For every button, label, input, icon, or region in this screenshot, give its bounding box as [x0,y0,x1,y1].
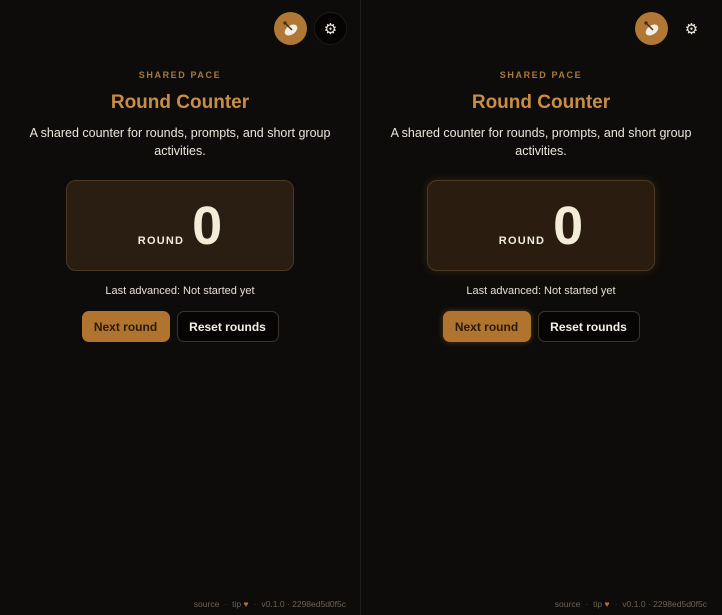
last-advanced-status: Last advanced: Not started yet [105,285,255,297]
main-content: SHARED PACE Round Counter A shared count… [0,70,360,342]
counter-value: 0 [192,195,223,256]
separator-dot: · [224,599,228,609]
reset-rounds-button[interactable]: Reset rounds [176,311,279,342]
left-pane: ⚙ SHARED PACE Round Counter A shared cou… [0,0,361,615]
action-buttons: Next round Reset rounds [442,311,640,342]
source-link[interactable]: source [194,599,220,609]
right-pane: ⚙ SHARED PACE Round Counter A shared cou… [361,0,721,615]
round-counter-card: ROUND 0 [66,180,294,271]
gear-icon: ⚙ [323,20,338,38]
counter-label: ROUND [137,234,185,247]
counter-value: 0 [553,195,584,256]
action-buttons: Next round Reset rounds [81,311,279,342]
top-controls: ⚙ [635,12,708,45]
main-content: SHARED PACE Round Counter A shared count… [361,70,721,342]
tip-link[interactable]: tip ♥ [593,599,609,609]
satellite-dish-icon [643,20,658,35]
page-description: A shared counter for rounds, prompts, an… [29,126,331,158]
page-description: A shared counter for rounds, prompts, an… [390,126,692,158]
heart-icon: ♥ [604,599,610,609]
counter-label: ROUND [498,234,546,247]
tip-label: tip [232,599,242,609]
settings-button[interactable]: ⚙ [314,12,347,45]
separator-dot: · [614,599,618,609]
split-view: ⚙ SHARED PACE Round Counter A shared cou… [0,0,722,615]
footer: source · tip ♥ · v0.1.0 · 2298ed5d0f5c [555,599,707,609]
version-info: v0.1.0 · 2298ed5d0f5c [261,599,346,609]
round-counter-card: ROUND 0 [427,180,655,271]
page-title: Round Counter [110,92,250,113]
heart-icon: ♥ [243,599,249,609]
tip-link[interactable]: tip ♥ [232,599,248,609]
eyebrow-label: SHARED PACE [499,70,583,80]
next-round-button[interactable]: Next round [442,311,531,342]
source-link[interactable]: source [555,599,581,609]
separator-dot: · [585,599,589,609]
separator-dot: · [253,599,257,609]
avatar-button[interactable] [635,12,668,45]
avatar-button[interactable] [274,12,307,45]
settings-button[interactable]: ⚙ [675,12,708,45]
gear-icon: ⚙ [684,20,699,38]
top-controls: ⚙ [274,12,347,45]
version-info: v0.1.0 · 2298ed5d0f5c [622,599,707,609]
satellite-dish-icon [282,20,297,35]
footer: source · tip ♥ · v0.1.0 · 2298ed5d0f5c [194,599,346,609]
next-round-button[interactable]: Next round [81,311,170,342]
page-title: Round Counter [471,92,611,113]
eyebrow-label: SHARED PACE [138,70,222,80]
tip-label: tip [593,599,603,609]
reset-rounds-button[interactable]: Reset rounds [537,311,640,342]
last-advanced-status: Last advanced: Not started yet [466,285,616,297]
